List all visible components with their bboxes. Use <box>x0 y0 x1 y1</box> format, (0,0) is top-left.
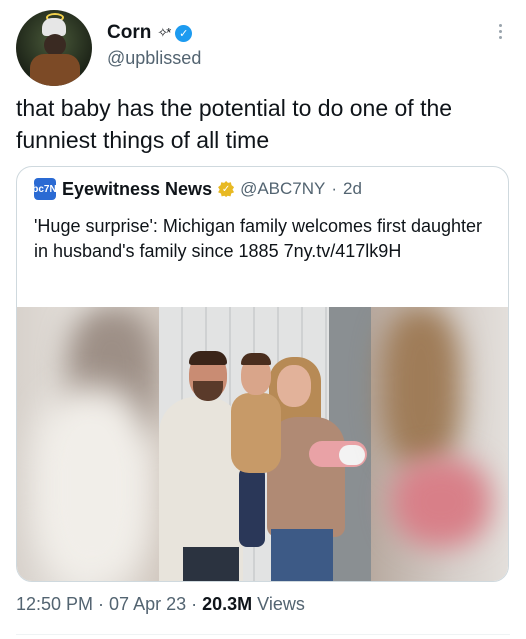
tweet-date[interactable]: 07 Apr 23 <box>109 594 186 614</box>
meta-separator: · <box>186 594 203 614</box>
media-blur-right <box>371 307 508 581</box>
avatar[interactable] <box>16 10 92 86</box>
quoted-tweet-text: 'Huge surprise': Michigan family welcome… <box>34 216 483 261</box>
verified-check-icon[interactable]: ✓ <box>175 24 193 42</box>
family-photo[interactable] <box>159 307 371 581</box>
author-display-name[interactable]: Corn <box>107 22 151 44</box>
views-label: Views <box>252 594 305 614</box>
author-handle[interactable]: @upblissed <box>107 48 201 69</box>
more-options-icon[interactable] <box>492 20 508 42</box>
quoted-author-handle[interactable]: @ABC7NY <box>240 179 325 199</box>
avatar-face <box>44 34 66 56</box>
tweet-time[interactable]: 12:50 PM <box>16 594 93 614</box>
gold-verified-badge-icon: ✓ <box>218 181 235 197</box>
quoted-separator: · <box>331 179 338 198</box>
views-count: 20.3M <box>202 594 253 614</box>
sparkle-icon: ✧* <box>157 25 171 40</box>
avatar-body <box>30 54 80 86</box>
author-name-row: Corn ✧* ✓ <box>107 22 193 44</box>
quoted-tweet-header: abc7NY Eyewitness News ✓ @ABC7NY · 2d <box>27 178 362 200</box>
abc7-logo-icon: abc7NY <box>27 178 63 200</box>
quoted-tweet-age[interactable]: 2d <box>343 179 362 199</box>
tweet-text: that baby has the potential to do one of… <box>16 95 453 153</box>
quoted-tweet-media[interactable] <box>17 307 508 581</box>
divider <box>16 634 510 635</box>
meta-separator: · <box>93 594 110 614</box>
quoted-author-name[interactable]: Eyewitness News <box>62 179 212 200</box>
quoted-tweet-card[interactable]: abc7NY Eyewitness News ✓ @ABC7NY · 2d 'H… <box>16 166 509 582</box>
media-blur-left <box>17 307 172 581</box>
tweet-meta: 12:50 PM · 07 Apr 23 · 20.3M Views <box>16 594 305 615</box>
